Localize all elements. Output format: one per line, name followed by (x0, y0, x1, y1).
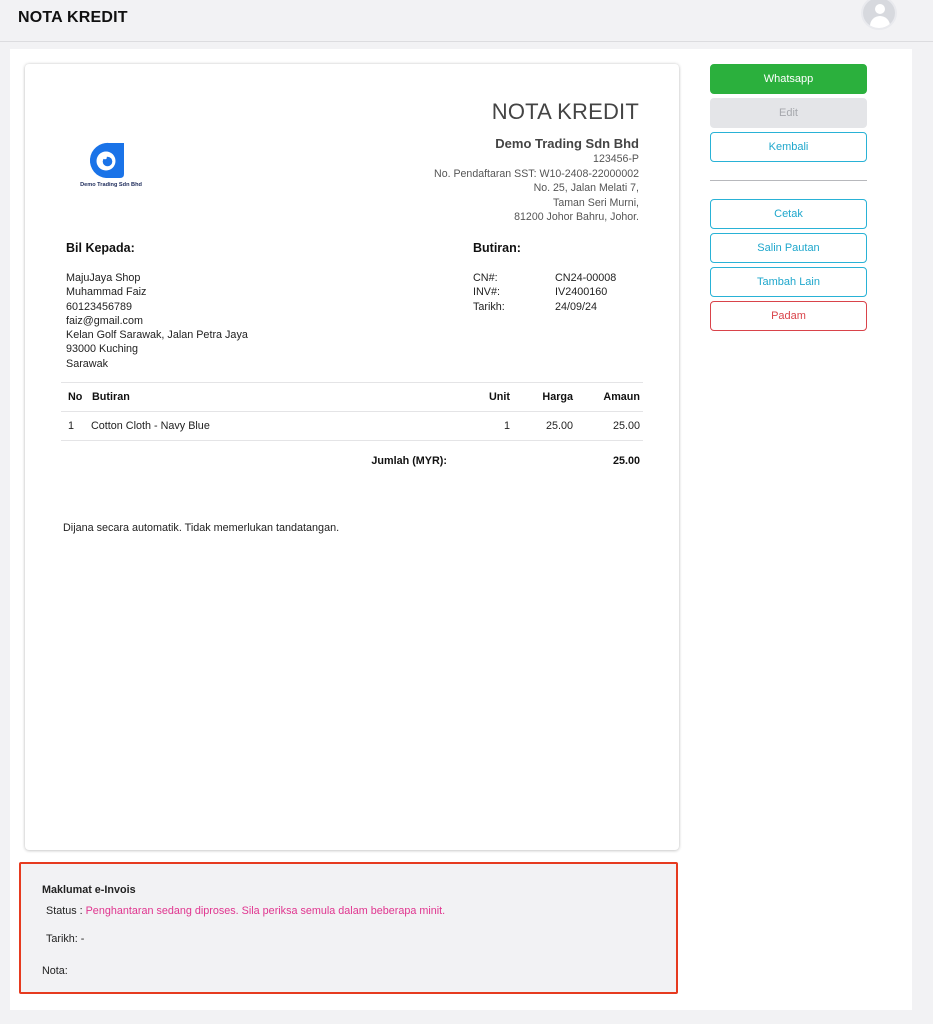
document-title: NOTA KREDIT (491, 99, 639, 124)
bill-to-name: Muhammad Faiz (66, 286, 147, 299)
bill-to-email: faiz@gmail.com (66, 314, 143, 327)
top-bar: NOTA KREDIT (0, 0, 933, 42)
company-logo: Demo Trading Sdn Bhd (71, 138, 151, 194)
column-header-description: Butiran (92, 391, 130, 403)
column-header-amount: Amaun (603, 391, 640, 403)
page-title: NOTA KREDIT (18, 9, 128, 26)
detail-row-date: Tarikh: 24/09/24 (473, 300, 616, 314)
credit-note-document: Demo Trading Sdn Bhd NOTA KREDIT Demo Tr… (25, 64, 679, 850)
cell-price: 25.00 (545, 420, 573, 432)
details-table: CN#: CN24-00008 INV#: IV2400160 Tarikh: … (473, 271, 616, 314)
items-header-row: No Butiran Unit Harga Amaun (61, 382, 643, 411)
company-name: Demo Trading Sdn Bhd (495, 136, 639, 151)
table-row: 1 Cotton Cloth - Navy Blue 1 25.00 25.00 (61, 411, 643, 440)
cetak-button[interactable]: Cetak (710, 199, 867, 229)
bill-to-details: MajuJaya Shop Muhammad Faiz 60123456789 … (66, 271, 248, 371)
total-value: 25.00 (612, 454, 640, 467)
cell-no: 1 (68, 420, 75, 432)
company-address-line: 81200 Johor Bahru, Johor. (514, 211, 639, 223)
bill-to-address-line: 93000 Kuching (66, 343, 139, 356)
einvoice-date: Tarikh: - (46, 933, 85, 945)
einvoice-nota: Nota: (42, 965, 68, 977)
bill-to-address-line: Kelan Golf Sarawak, Jalan Petra Jaya (66, 329, 248, 342)
einvoice-status-value: Penghantaran sedang diproses. Sila perik… (85, 905, 446, 917)
tambah-lain-button[interactable]: Tambah Lain (710, 267, 867, 297)
salin-pautan-button[interactable]: Salin Pautan (710, 233, 867, 263)
cell-description: Cotton Cloth - Navy Blue (91, 420, 210, 432)
detail-value: 24/09/24 (555, 300, 598, 313)
bill-to-shop: MajuJaya Shop (66, 272, 141, 284)
details-heading: Butiran: (473, 241, 521, 255)
bill-to-address-line: Sarawak (66, 357, 109, 370)
items-table: No Butiran Unit Harga Amaun 1 Cotton Clo… (61, 382, 643, 480)
detail-label: CN#: (473, 272, 498, 284)
company-address-line: No. 25, Jalan Melati 7, (533, 182, 639, 194)
einvoice-title: Maklumat e-Invois (42, 884, 136, 896)
bill-to-phone: 60123456789 (66, 300, 133, 313)
kembali-button[interactable]: Kembali (710, 132, 867, 162)
logo-mark-icon (89, 142, 124, 178)
company-reg-no: 123456-P (593, 153, 639, 165)
company-details: 123456-P No. Pendaftaran SST: W10-2408-2… (434, 152, 639, 225)
user-avatar-icon[interactable] (861, 0, 897, 30)
einvoice-status-label: Status : (46, 905, 86, 917)
einvoice-info-box: Maklumat e-Invois Status : Penghantaran … (19, 862, 678, 994)
total-label: Jumlah (MYR): (371, 454, 447, 467)
bill-to-heading: Bil Kepada: (66, 241, 135, 255)
total-row: Jumlah (MYR): 25.00 (61, 440, 643, 480)
einvoice-status: Status : Penghantaran sedang diproses. S… (46, 905, 446, 919)
avatar-head-shape (875, 4, 885, 14)
detail-row-inv: INV#: IV2400160 (473, 285, 616, 299)
detail-label: INV#: (473, 286, 501, 299)
detail-value: CN24-00008 (555, 272, 617, 284)
whatsapp-button[interactable]: Whatsapp (710, 64, 867, 94)
padam-button[interactable]: Padam (710, 301, 867, 331)
company-address-line: Taman Seri Murni, (553, 196, 639, 209)
column-header-unit: Unit (489, 391, 510, 403)
column-header-price: Harga (542, 391, 573, 403)
avatar-body-shape (870, 16, 890, 28)
company-sst-no: No. Pendaftaran SST: W10-2408-22000002 (434, 167, 639, 180)
detail-value: IV2400160 (555, 286, 608, 299)
logo-text: Demo Trading Sdn Bhd (80, 182, 142, 188)
column-header-no: No (68, 391, 83, 403)
detail-label: Tarikh: (473, 300, 505, 313)
edit-button[interactable]: Edit (710, 98, 867, 128)
detail-row-cn: CN#: CN24-00008 (473, 271, 616, 285)
footer-note: Dijana secara automatik. Tidak memerluka… (63, 522, 340, 534)
cell-unit: 1 (503, 420, 510, 432)
actions-divider (710, 180, 867, 181)
cell-amount: 25.00 (612, 420, 640, 432)
